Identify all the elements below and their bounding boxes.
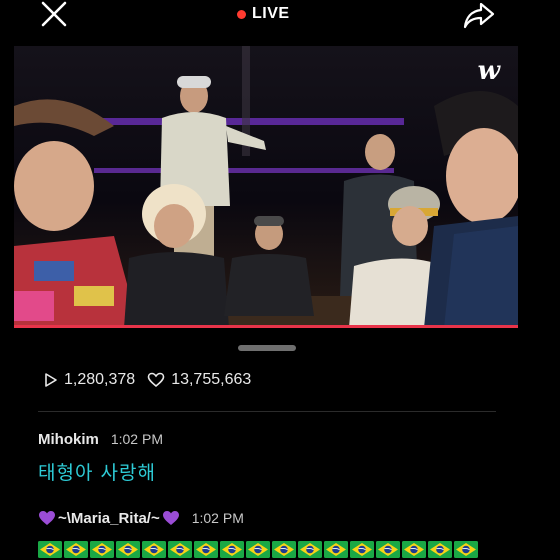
weverse-logo: w [477,56,500,86]
brazil-flag-icon [64,541,88,558]
brazil-flag-icon [376,541,400,558]
heart-outline-icon [147,372,165,388]
video-frame [14,46,518,328]
purple-heart-icon [39,511,55,525]
brazil-flag-icon [38,541,62,558]
video-player[interactable]: w [14,46,518,328]
live-indicator: LIVE [237,4,290,24]
divider [38,411,496,412]
play-icon [45,373,57,387]
brazil-flag-icon [402,541,426,558]
drag-handle[interactable] [238,345,296,351]
purple-heart-icon [162,511,179,525]
comment-author[interactable]: Mihokim [38,431,99,448]
comment-time: 1:02 PM [110,431,163,447]
comment-text: 태형아 사랑해 [38,462,156,484]
comment-author-name: ~\Maria_Rita/~ [58,509,160,527]
play-count-value: 1,280,378 [64,371,136,388]
brazil-flag-icon [142,541,166,558]
live-label: LIVE [252,5,290,22]
brazil-flag-icon [116,541,140,558]
close-icon [41,1,67,27]
brazil-flag-icon [246,541,270,558]
share-button[interactable] [462,0,496,30]
comment-time: 1:02 PM [191,510,244,526]
comment-flags [38,541,478,558]
stats-row: 1,280,378 13,755,663 [44,368,263,392]
brazil-flag-icon [428,541,452,558]
brazil-flag-icon [298,541,322,558]
share-icon [463,2,495,29]
like-count: 13,755,663 [147,371,251,389]
comment-header: Mihokim 1:02 PM [38,428,163,450]
comment-header: ~\Maria_Rita/~ 1:02 PM [38,507,478,529]
live-dot [237,9,246,19]
brazil-flag-icon [454,541,478,558]
close-button[interactable] [40,0,68,28]
brazil-flag-icon [272,541,296,558]
brazil-flag-icon [220,541,244,558]
comment-item: Mihokim 1:02 PM 태형아 사랑해 [38,428,163,485]
comment-author[interactable]: ~\Maria_Rita/~ [38,510,180,527]
comment-item: ~\Maria_Rita/~ 1:02 PM [38,507,478,558]
brazil-flag-icon [194,541,218,558]
like-count-value: 13,755,663 [171,371,252,388]
top-bar: LIVE [0,0,560,30]
brazil-flag-icon [168,541,192,558]
play-count: 1,280,378 [44,371,135,389]
video-progress-bar[interactable] [14,325,518,328]
brazil-flag-icon [324,541,348,558]
brazil-flag-icon [90,541,114,558]
brazil-flag-icon [350,541,374,558]
